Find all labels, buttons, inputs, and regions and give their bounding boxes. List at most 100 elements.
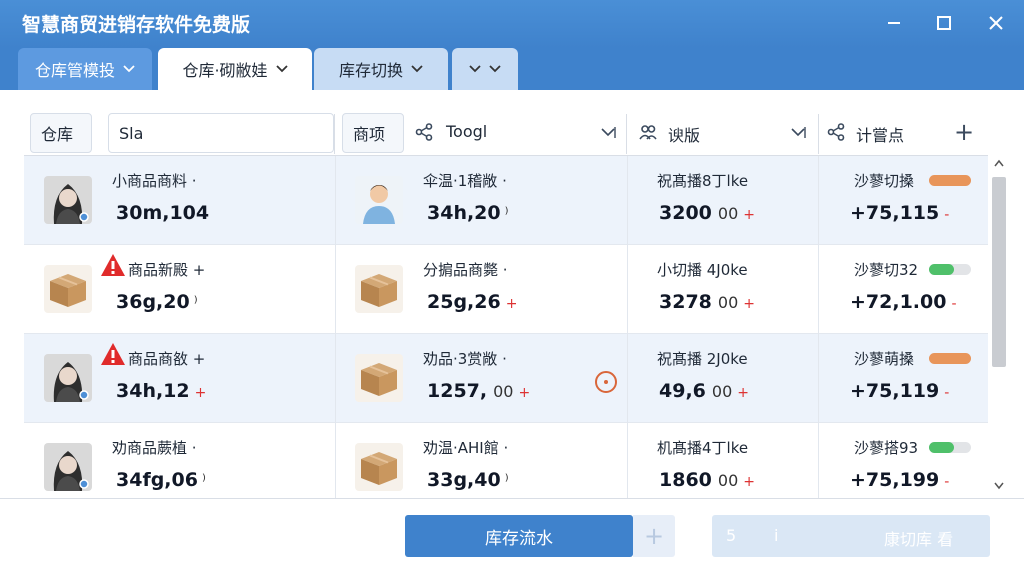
quantity-value: 34fg,06 — [116, 469, 198, 491]
change-indicator: + — [737, 385, 749, 401]
cell-quantity: 1860 00 + — [659, 469, 755, 491]
product-label: 商项 — [342, 113, 404, 153]
chevron-down-icon — [275, 65, 288, 73]
table-row[interactable]: 小商品商料 · 30m,104 伞温·1稽敞 · 34h,20 ⁾ 祝髙播8丁lke 320… — [24, 156, 988, 245]
share-icon[interactable] — [826, 122, 846, 142]
cell-quantity: 1257, 00 + — [427, 380, 530, 402]
table-row[interactable]: 商品新殿 +36g,20 ⁾ 分掮品商斃 · 25g,26 + 小切播 4J0ke 3278… — [24, 245, 988, 334]
window-title: 智慧商贸进销存软件免费版 — [22, 14, 251, 36]
quantity-value: 1860 — [659, 469, 712, 491]
woman-photo-icon — [44, 443, 92, 491]
share-icon[interactable] — [414, 122, 434, 142]
cell-name: 小切播 4J0ke — [657, 261, 748, 279]
maximize-button[interactable] — [926, 8, 962, 38]
inventory-grid: 小商品商料 · 30m,104 伞温·1稽敞 · 34h,20 ⁾ 祝髙播8丁lke 320… — [24, 155, 988, 498]
change-indicator: - — [951, 296, 957, 312]
tab-bar: 仓库管模投 仓库·砌敝娃 库存切换 — [0, 48, 1024, 90]
chevron-down-icon[interactable] — [598, 122, 618, 142]
add-button[interactable]: + — [633, 515, 675, 557]
man-photo-icon — [355, 176, 403, 224]
cell-quantity: +72,1.00- — [850, 291, 957, 313]
quantity-value: +72,1.00 — [850, 291, 947, 313]
minimize-button[interactable] — [876, 8, 912, 38]
divider — [334, 114, 335, 154]
title-bar: 智慧商贸进销存软件免费版 — [0, 0, 1024, 48]
chevron-down-icon — [411, 65, 423, 73]
tab-label: 库存切换 — [338, 61, 403, 80]
cell-name: 小商品商料 · — [112, 172, 197, 190]
quantity-value: +75,199 — [850, 469, 940, 491]
column-divider — [335, 156, 336, 498]
quantity-value: 33g,40 — [427, 469, 501, 491]
status-bar — [929, 442, 971, 453]
version-select[interactable]: 谀版 — [668, 122, 700, 146]
quantity-value: 3200 — [659, 202, 712, 224]
change-indicator: - — [944, 207, 950, 223]
pager-view-label[interactable]: 康切库 看 — [884, 526, 953, 550]
box-icon — [355, 354, 403, 402]
status-bar — [929, 264, 971, 275]
box-icon — [44, 265, 92, 313]
quantity-value: 49,6 — [659, 380, 706, 402]
cell-name: 劝品·3赏敞 · — [423, 350, 507, 368]
warehouse-input[interactable]: Sla — [108, 113, 334, 153]
status-bar — [929, 353, 971, 364]
change-indicator: + — [743, 296, 755, 312]
warehouse-input-value: Sla — [119, 123, 144, 143]
bottom-bar: 库存流水 + 5 i 康切库 看 — [0, 498, 1024, 576]
toggle-select[interactable]: Toogl — [446, 122, 487, 141]
quantity-value: 34h,12 — [116, 380, 190, 402]
change-indicator: + — [518, 385, 531, 401]
close-button[interactable] — [978, 8, 1014, 38]
cell-name: 祝髙播 2J0ke — [657, 350, 748, 368]
maximize-icon — [937, 16, 951, 30]
scroll-thumb[interactable] — [992, 177, 1006, 367]
quantity-value: +75,119 — [850, 380, 940, 402]
chevron-down-icon — [489, 65, 501, 73]
chevron-down-icon[interactable] — [788, 122, 808, 142]
quantity-unit: 00 — [717, 204, 739, 223]
column-divider — [818, 156, 819, 498]
warning-icon — [100, 253, 126, 277]
quantity-tail: ⁾ — [504, 471, 509, 490]
status-bar — [929, 175, 971, 186]
table-row[interactable]: 商品商敋 +34h,12 + 劝品·3赏敞 · 1257, 00 + 祝髙播 2J0ke 49… — [24, 334, 988, 423]
status-bar-fill — [929, 353, 971, 364]
users-icon — [638, 122, 658, 142]
cell-quantity: 3200 00 + — [659, 202, 755, 224]
pager[interactable]: 5 i 康切库 看 — [712, 515, 990, 557]
quantity-value: 25g,26 — [427, 291, 501, 313]
quantity-tail: ⁾ — [504, 204, 509, 223]
cell-name: 分掮品商斃 · — [423, 261, 508, 279]
warning-icon — [100, 342, 126, 366]
cell-quantity: 30m,104 — [116, 202, 209, 224]
cell-quantity: +75,115- — [850, 202, 949, 224]
scroll-down-icon[interactable] — [994, 482, 1004, 490]
change-indicator: + — [505, 296, 518, 312]
quantity-unit: 00 — [717, 293, 739, 312]
change-indicator: + — [743, 207, 755, 223]
tab-warehouse-management[interactable]: 仓库管模投 — [18, 48, 152, 90]
scrollbar[interactable] — [990, 155, 1008, 498]
tab-more[interactable] — [452, 48, 518, 90]
close-icon — [989, 16, 1003, 30]
quantity-value: 34h,20 — [427, 202, 501, 224]
add-column-button[interactable]: + — [954, 118, 974, 146]
change-indicator: + — [743, 474, 755, 490]
tab-inventory-switch[interactable]: 库存切换 — [314, 48, 448, 90]
cell-name: 机髙播4丁lke — [657, 439, 749, 457]
tab-warehouse-active[interactable]: 仓库·砌敝娃 — [158, 48, 312, 90]
pager-sep: i — [774, 526, 779, 545]
cell-quantity: 34h,20 ⁾ — [427, 202, 509, 224]
target-icon[interactable] — [595, 371, 617, 393]
change-indicator: - — [944, 385, 950, 401]
inventory-flow-button[interactable]: 库存流水 — [405, 515, 633, 557]
quantity-tail: ⁾ — [201, 471, 206, 490]
table-row[interactable]: 劝商品蕨植 · 34fg,06 ⁾ 劝温·AHI館 · 33g,40 ⁾ 机髙播4丁lke 1… — [24, 423, 988, 498]
tab-label: 仓库管模投 — [34, 61, 115, 80]
cell-name: 祝髙播8丁lke — [657, 172, 749, 190]
quantity-unit: 00 — [493, 382, 514, 401]
cell-name: 劝温·AHI館 · — [423, 439, 509, 457]
scroll-up-icon[interactable] — [994, 159, 1004, 167]
warehouse-label: 仓库 — [30, 113, 92, 153]
